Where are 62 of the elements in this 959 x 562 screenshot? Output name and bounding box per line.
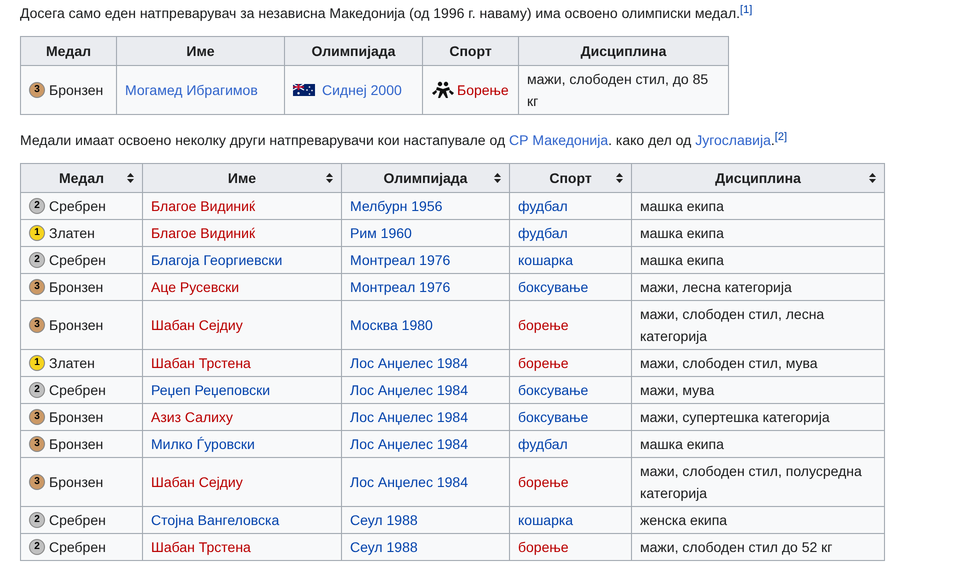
medal-label: Сребрен bbox=[49, 251, 106, 270]
medal-badge: 2 bbox=[29, 382, 45, 398]
medal-label: Бронзен bbox=[49, 316, 104, 335]
medal-badge: 1 bbox=[29, 355, 45, 371]
medal-badge: 3 bbox=[29, 474, 45, 490]
discipline-text: машка екипа bbox=[640, 225, 724, 241]
inline-link[interactable]: Југославија bbox=[695, 132, 771, 148]
medal-badge: 3 bbox=[29, 82, 45, 98]
medal-badge: 2 bbox=[29, 252, 45, 268]
medal-badge: 2 bbox=[29, 539, 45, 555]
column-header: Олимпијада bbox=[382, 169, 468, 188]
sport-link[interactable]: борење bbox=[518, 314, 569, 336]
column-header: Дисциплина bbox=[714, 169, 802, 188]
column-header: Медал bbox=[58, 169, 105, 188]
medal-badge: 3 bbox=[29, 279, 45, 295]
athlete-link[interactable]: Шабан Сејдиу bbox=[151, 474, 243, 490]
sort-icon[interactable] bbox=[869, 173, 876, 183]
medal-badge: 3 bbox=[29, 436, 45, 452]
column-header: Медал bbox=[44, 42, 92, 61]
sort-icon[interactable] bbox=[326, 173, 333, 183]
sort-icon[interactable] bbox=[494, 173, 501, 183]
discipline-text: машка екипа bbox=[640, 436, 724, 452]
column-header: Олимпијада bbox=[310, 42, 396, 61]
medal-label: Сребрен bbox=[49, 538, 106, 557]
discipline-text: мажи, мува bbox=[640, 382, 714, 398]
inline-link[interactable]: СР Македонија bbox=[509, 132, 608, 148]
medal-label: Златен bbox=[49, 224, 95, 243]
discipline-text: мажи, супертешка категорија bbox=[640, 409, 830, 425]
sport-link[interactable]: борење bbox=[518, 471, 569, 493]
medal-label: Сребрен bbox=[49, 197, 106, 216]
sort-icon[interactable] bbox=[616, 173, 623, 183]
wrestlers-icon bbox=[431, 81, 455, 99]
flag-icon bbox=[293, 84, 315, 96]
discipline-text: женска екипа bbox=[640, 512, 728, 528]
medal-label: Златен bbox=[49, 354, 95, 373]
discipline-text: мажи, слободен стил до 52 кг bbox=[640, 539, 832, 555]
discipline-text: мажи, слободен стил, до 85 кг bbox=[527, 71, 708, 109]
discipline-text: машка екипа bbox=[640, 198, 724, 214]
column-header: Дисциплина bbox=[580, 42, 668, 61]
column-header: Спорт bbox=[548, 169, 593, 188]
medal-badge: 1 bbox=[29, 225, 45, 241]
medal-label: Бронзен bbox=[49, 473, 104, 492]
medal-label: Бронзен bbox=[49, 81, 104, 100]
discipline-text: мажи, лесна категорија bbox=[640, 279, 792, 295]
medal-label: Сребрен bbox=[49, 381, 106, 400]
column-header: Спорт bbox=[448, 42, 493, 61]
medal-badge: 2 bbox=[29, 198, 45, 214]
medal-label: Бронзен bbox=[49, 408, 104, 427]
body-paragraph: Медали имаат освоено неколку други натпреварувачи кои настапувале од СР Македонија. како дел од Југославија.$^{[2]}$ bbox=[20, 130, 788, 150]
intro-paragraph: Досега само еден натпреварувач за независна Македонија (од 1996 г. наваму) има освоено олимписки медал.$^{[1]}$ bbox=[20, 2, 754, 23]
medal-badge: 3 bbox=[29, 317, 45, 333]
medal-label: Бронзен bbox=[49, 435, 104, 454]
medal-badge: 2 bbox=[29, 512, 45, 528]
sort-icon[interactable] bbox=[127, 173, 134, 183]
column-header: Име bbox=[226, 169, 258, 188]
medal-label: Сребрен bbox=[49, 511, 106, 530]
column-header: Име bbox=[185, 42, 216, 61]
discipline-text: мажи, слободен стил, мува bbox=[640, 355, 818, 371]
discipline-text: машка екипа bbox=[640, 252, 724, 268]
medal-label: Бронзен bbox=[49, 278, 104, 297]
athlete-link[interactable]: Шабан Сејдиу bbox=[151, 317, 243, 333]
medal-badge: 3 bbox=[29, 409, 45, 425]
